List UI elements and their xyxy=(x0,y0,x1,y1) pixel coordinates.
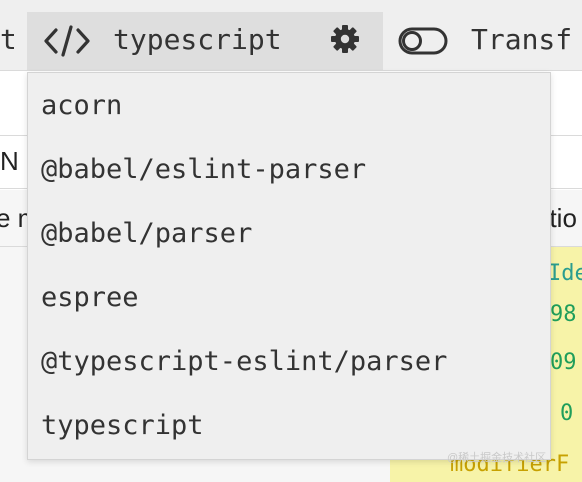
toolbar-left-item-fragment[interactable]: t xyxy=(0,22,14,58)
parser-select-button[interactable]: typescript xyxy=(27,12,383,70)
parser-dropdown-menu: acorn @babel/eslint-parser @babel/parser… xyxy=(27,72,551,460)
parser-option-typescript[interactable]: typescript xyxy=(41,406,204,446)
parser-option-typescript-eslint-parser[interactable]: @typescript-eslint/parser xyxy=(41,342,447,382)
parser-option-acorn[interactable]: acorn xyxy=(41,86,122,126)
toolbar: t typescript Transf xyxy=(0,0,582,71)
parser-option-babel-eslint-parser[interactable]: @babel/eslint-parser xyxy=(41,150,366,190)
parser-select-label: typescript xyxy=(113,23,282,56)
parser-option-espree[interactable]: espree xyxy=(41,278,139,318)
code-icon xyxy=(44,25,90,61)
parser-option-babel-parser[interactable]: @babel/parser xyxy=(41,214,252,254)
watermark: @稀土掘金技术社区 xyxy=(447,452,547,464)
transform-toggle-label[interactable]: Transf xyxy=(471,22,572,58)
background-text-fragment: N xyxy=(0,146,19,176)
ast-fragment: Ide xyxy=(548,261,582,286)
ast-fragment: 09 xyxy=(550,350,577,375)
ast-fragment: 98 xyxy=(550,302,577,327)
ast-fragment: 0 xyxy=(560,401,574,426)
gear-icon[interactable] xyxy=(330,24,360,58)
transform-toggle-icon[interactable] xyxy=(398,27,448,59)
